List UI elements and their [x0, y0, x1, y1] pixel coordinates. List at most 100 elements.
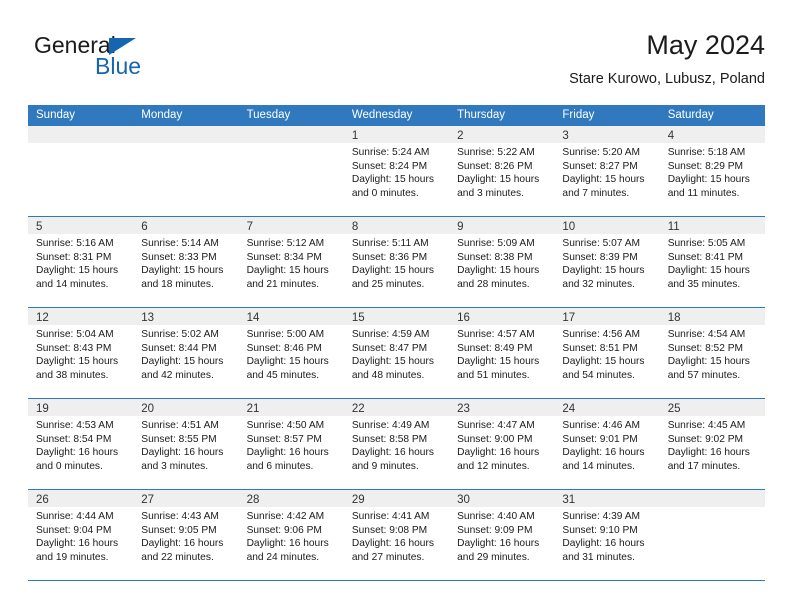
calendar-day-cell[interactable]: 19 Sunrise: 4:53 AM Sunset: 8:54 PM Dayligh…	[28, 399, 134, 489]
daylight-text-line2: and 7 minutes.	[562, 187, 630, 199]
calendar-day-cell[interactable]: 9 Sunrise: 5:09 AM Sunset: 8:38 PM Daylight…	[449, 217, 555, 307]
day-number-strip: 4	[659, 126, 765, 143]
day-number-strip	[28, 126, 134, 143]
calendar-day-cell[interactable]: 20 Sunrise: 4:51 AM Sunset: 8:55 PM Dayligh…	[133, 399, 239, 489]
day-number: 31	[562, 494, 576, 506]
calendar-day-cell[interactable]: 8 Sunrise: 5:11 AM Sunset: 8:36 PM Daylight…	[343, 217, 450, 307]
sunrise-text: Sunrise: 5:05 AM	[667, 238, 746, 249]
day-details: Sunrise: 5:20 AM Sunset: 8:27 PM Daylight:…	[554, 143, 659, 200]
daylight-text-line1: Daylight: 16 hours	[246, 447, 329, 459]
daylight-text-line1: Daylight: 16 hours	[36, 447, 119, 459]
calendar-day-cell[interactable]: 31 Sunrise: 4:39 AM Sunset: 9:10 PM Dayligh…	[554, 490, 660, 580]
calendar-day-cell[interactable]: 16 Sunrise: 4:57 AM Sunset: 8:49 PM Dayligh…	[449, 308, 555, 398]
daylight-text-line2: and 24 minutes.	[246, 551, 320, 563]
day-number-strip: 2	[449, 126, 555, 143]
calendar-day-cell[interactable]: 21 Sunrise: 4:50 AM Sunset: 8:57 PM Dayligh…	[238, 399, 344, 489]
day-details: Sunrise: 4:39 AM Sunset: 9:10 PM Daylight:…	[554, 507, 659, 564]
day-details: Sunrise: 5:24 AM Sunset: 8:24 PM Daylight:…	[344, 143, 449, 200]
sunset-text: Sunset: 9:01 PM	[562, 433, 638, 445]
daylight-text-line2: and 9 minutes.	[351, 460, 419, 472]
calendar-day-cell[interactable]: 2 Sunrise: 5:22 AM Sunset: 8:26 PM Daylight…	[449, 126, 555, 216]
day-details: Sunrise: 4:47 AM Sunset: 9:00 PM Daylight:…	[449, 416, 554, 473]
sunrise-text: Sunrise: 4:46 AM	[562, 420, 640, 431]
calendar-day-cell[interactable]: 1 Sunrise: 5:24 AM Sunset: 8:24 PM Daylight…	[343, 126, 450, 216]
daylight-text-line1: Daylight: 15 hours	[457, 356, 540, 368]
calendar-day-cell-empty	[659, 490, 765, 580]
calendar-day-cell[interactable]: 15 Sunrise: 4:59 AM Sunset: 8:47 PM Dayligh…	[343, 308, 450, 398]
calendar-week-row: 12 Sunrise: 5:04 AM Sunset: 8:43 PM Dayligh…	[28, 308, 765, 399]
day-number-strip: 11	[659, 217, 765, 234]
day-number-strip: 31	[554, 490, 660, 507]
daylight-text-line1: Daylight: 15 hours	[457, 265, 540, 277]
calendar-day-cell[interactable]: 29 Sunrise: 4:41 AM Sunset: 9:08 PM Dayligh…	[343, 490, 450, 580]
daylight-text-line2: and 27 minutes.	[351, 551, 425, 563]
sunrise-text: Sunrise: 4:43 AM	[141, 511, 219, 522]
calendar-day-cell[interactable]: 11 Sunrise: 5:05 AM Sunset: 8:41 PM Dayligh…	[659, 217, 765, 307]
daylight-text-line2: and 11 minutes.	[667, 187, 740, 199]
general-blue-logo[interactable]: General Blue	[34, 32, 214, 94]
sunrise-text: Sunrise: 4:47 AM	[457, 420, 535, 431]
calendar-day-cell[interactable]: 12 Sunrise: 5:04 AM Sunset: 8:43 PM Dayligh…	[28, 308, 134, 398]
calendar-day-cell-empty	[133, 126, 239, 216]
title-block: May 2024 Stare Kurowo, Lubusz, Poland	[569, 28, 765, 90]
day-number-strip: 9	[449, 217, 555, 234]
day-number-strip: 28	[238, 490, 344, 507]
calendar-day-cell[interactable]: 22 Sunrise: 4:49 AM Sunset: 8:58 PM Dayligh…	[343, 399, 450, 489]
day-details: Sunrise: 4:45 AM Sunset: 9:02 PM Daylight:…	[660, 416, 765, 473]
day-details: Sunrise: 4:41 AM Sunset: 9:08 PM Daylight:…	[344, 507, 449, 564]
calendar-day-cell[interactable]: 6 Sunrise: 5:14 AM Sunset: 8:33 PM Daylight…	[133, 217, 239, 307]
sunrise-text: Sunrise: 5:24 AM	[351, 147, 430, 158]
calendar-day-cell[interactable]: 30 Sunrise: 4:40 AM Sunset: 9:09 PM Dayligh…	[449, 490, 555, 580]
day-details	[28, 143, 133, 146]
daylight-text-line2: and 35 minutes.	[667, 278, 741, 290]
sunset-text: Sunset: 8:26 PM	[457, 160, 533, 172]
daylight-text-line2: and 18 minutes.	[141, 278, 214, 290]
calendar-day-cell[interactable]: 10 Sunrise: 5:07 AM Sunset: 8:39 PM Dayligh…	[554, 217, 660, 307]
sunset-text: Sunset: 8:58 PM	[351, 433, 428, 445]
daylight-text-line2: and 48 minutes.	[351, 369, 425, 381]
calendar-day-cell[interactable]: 26 Sunrise: 4:44 AM Sunset: 9:04 PM Dayligh…	[28, 490, 134, 580]
sunset-text: Sunset: 9:00 PM	[457, 433, 533, 445]
calendar-day-cell[interactable]: 5 Sunrise: 5:16 AM Sunset: 8:31 PM Daylight…	[28, 217, 134, 307]
calendar-day-cell[interactable]: 27 Sunrise: 4:43 AM Sunset: 9:05 PM Dayligh…	[133, 490, 239, 580]
weekday-header-wednesday: Wednesday	[351, 109, 413, 121]
day-details: Sunrise: 5:02 AM Sunset: 8:44 PM Daylight:…	[133, 325, 238, 382]
sunrise-text: Sunrise: 5:16 AM	[36, 238, 114, 249]
calendar-day-cell[interactable]: 14 Sunrise: 5:00 AM Sunset: 8:46 PM Dayligh…	[238, 308, 344, 398]
calendar-day-cell[interactable]: 13 Sunrise: 5:02 AM Sunset: 8:44 PM Dayligh…	[133, 308, 239, 398]
day-number-strip: 10	[554, 217, 660, 234]
sunset-text: Sunset: 8:29 PM	[667, 160, 744, 172]
calendar-day-cell[interactable]: 17 Sunrise: 4:56 AM Sunset: 8:51 PM Dayligh…	[554, 308, 660, 398]
daylight-text-line2: and 45 minutes.	[246, 369, 320, 381]
calendar-day-cell[interactable]: 4 Sunrise: 5:18 AM Sunset: 8:29 PM Daylight…	[659, 126, 765, 216]
page-title: May 2024	[646, 30, 765, 60]
sunrise-text: Sunrise: 4:51 AM	[141, 420, 219, 431]
daylight-text-line1: Daylight: 15 hours	[562, 356, 645, 368]
daylight-text-line2: and 31 minutes.	[562, 551, 635, 563]
daylight-text-line1: Daylight: 15 hours	[457, 174, 540, 186]
sunrise-text: Sunrise: 4:54 AM	[667, 329, 746, 340]
sunrise-text: Sunrise: 5:12 AM	[246, 238, 325, 249]
sunset-text: Sunset: 8:34 PM	[246, 251, 322, 263]
sunset-text: Sunset: 8:38 PM	[457, 251, 533, 263]
sunset-text: Sunset: 9:10 PM	[562, 524, 638, 536]
daylight-text-line2: and 0 minutes.	[351, 187, 419, 199]
calendar-day-cell[interactable]: 24 Sunrise: 4:46 AM Sunset: 9:01 PM Dayligh…	[554, 399, 660, 489]
calendar-day-cell[interactable]: 28 Sunrise: 4:42 AM Sunset: 9:06 PM Dayligh…	[238, 490, 344, 580]
calendar-day-cell[interactable]: 3 Sunrise: 5:20 AM Sunset: 8:27 PM Daylight…	[554, 126, 660, 216]
day-number: 21	[246, 403, 260, 415]
daylight-text-line2: and 29 minutes.	[457, 551, 530, 563]
sunset-text: Sunset: 8:57 PM	[246, 433, 322, 445]
calendar-day-cell[interactable]: 23 Sunrise: 4:47 AM Sunset: 9:00 PM Dayligh…	[449, 399, 555, 489]
day-number: 2	[457, 130, 464, 142]
calendar-day-cell[interactable]: 25 Sunrise: 4:45 AM Sunset: 9:02 PM Dayligh…	[659, 399, 765, 489]
day-details: Sunrise: 5:04 AM Sunset: 8:43 PM Daylight:…	[28, 325, 133, 382]
calendar-day-cell[interactable]: 18 Sunrise: 4:54 AM Sunset: 8:52 PM Dayligh…	[659, 308, 765, 398]
daylight-text-line2: and 32 minutes.	[562, 278, 635, 290]
calendar-day-cell[interactable]: 7 Sunrise: 5:12 AM Sunset: 8:34 PM Daylight…	[238, 217, 344, 307]
daylight-text-line2: and 42 minutes.	[141, 369, 214, 381]
weekday-header-thursday: Thursday	[457, 109, 506, 121]
sunrise-text: Sunrise: 5:18 AM	[667, 147, 746, 158]
page-header: General Blue May 2024 Stare Kurowo, Lubu…	[28, 28, 765, 100]
day-number-strip: 29	[343, 490, 450, 507]
